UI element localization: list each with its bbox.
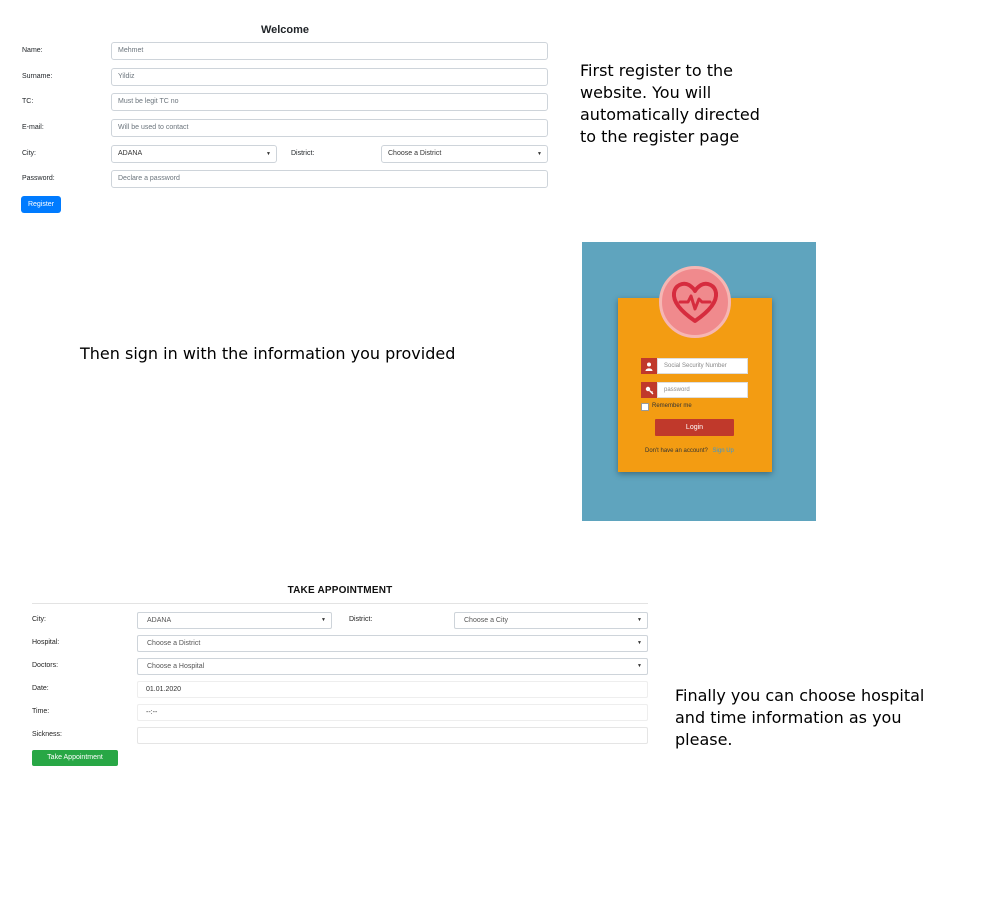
note-line: to the register page (580, 127, 740, 146)
register-title: Welcome (260, 24, 310, 36)
user-icon (641, 358, 657, 374)
tc-input[interactable]: Must be legit TC no (111, 93, 548, 111)
note-line: website. You will (580, 83, 712, 102)
district-select-value: Choose a District (388, 150, 442, 157)
city-label: City: (22, 150, 36, 157)
tc-label: TC: (22, 98, 34, 105)
date-input[interactable]: 01.01.2020 (137, 681, 648, 698)
note-line: First register to the (580, 61, 733, 80)
doctors-value: Choose a Hospital (147, 663, 205, 670)
remember-checkbox[interactable] (641, 403, 649, 411)
appt-district-label: District: (349, 616, 373, 623)
email-label: E-mail: (22, 124, 44, 131)
sickness-input[interactable] (137, 727, 648, 744)
remember-label: Remember me (652, 403, 692, 409)
chevron-down-icon: ▼ (637, 663, 642, 669)
appt-district-value: Choose a City (464, 617, 508, 624)
signup-link[interactable]: Sign Up (713, 448, 734, 454)
city-select-value: ADANA (118, 150, 143, 157)
surname-input[interactable]: Yildiz (111, 68, 548, 86)
heart-pulse-icon (659, 266, 731, 338)
appt-city-value: ADANA (147, 617, 172, 624)
divider (32, 603, 648, 604)
doctors-label: Doctors: (32, 662, 59, 669)
instruction-appointment: Finally you can choose hospital and time… (675, 685, 924, 751)
district-label: District: (291, 150, 315, 157)
instruction-register: First register to the website. You will … (580, 60, 760, 148)
time-input[interactable]: --:-- (137, 704, 648, 721)
name-input[interactable]: Mehmet (111, 42, 548, 60)
sickness-label: Sickness: (32, 731, 62, 738)
note-line: Finally you can choose hospital (675, 686, 925, 705)
appt-city-select[interactable]: ADANA ▼ (137, 612, 332, 629)
instruction-signin: Then sign in with the information you pr… (80, 344, 456, 363)
appt-city-label: City: (32, 616, 46, 623)
district-select[interactable]: Choose a District ▼ (381, 145, 548, 163)
appt-district-select[interactable]: Choose a City ▼ (454, 612, 648, 629)
note-line: please. (675, 730, 733, 749)
password-input[interactable]: password (657, 382, 748, 398)
note-line: and time information as you (675, 708, 902, 727)
name-label: Name: (22, 47, 43, 54)
appointment-title: TAKE APPOINTMENT (287, 585, 393, 596)
chevron-down-icon: ▼ (537, 151, 542, 157)
password-input[interactable]: Declare a password (111, 170, 548, 188)
chevron-down-icon: ▼ (321, 617, 326, 623)
no-account-text: Don't have an account? (645, 448, 708, 454)
note-line: automatically directed (580, 105, 760, 124)
time-label: Time: (32, 708, 50, 715)
ssn-input[interactable]: Social Security Number (657, 358, 748, 374)
key-icon (641, 382, 657, 398)
surname-label: Surname: (22, 73, 53, 80)
email-input[interactable]: Will be used to contact (111, 119, 548, 137)
date-label: Date: (32, 685, 49, 692)
chevron-down-icon: ▼ (637, 640, 642, 646)
doctors-select[interactable]: Choose a Hospital ▼ (137, 658, 648, 675)
take-appointment-button[interactable]: Take Appointment (32, 750, 118, 766)
hospital-label: Hospital: (32, 639, 60, 646)
signup-prompt: Don't have an account? Sign Up (645, 448, 734, 454)
register-button[interactable]: Register (21, 196, 61, 213)
password-label: Password: (22, 175, 55, 182)
chevron-down-icon: ▼ (637, 617, 642, 623)
login-button[interactable]: Login (655, 419, 734, 436)
hospital-select[interactable]: Choose a District ▼ (137, 635, 648, 652)
chevron-down-icon: ▼ (266, 151, 271, 157)
hospital-value: Choose a District (147, 640, 201, 647)
city-select[interactable]: ADANA ▼ (111, 145, 277, 163)
